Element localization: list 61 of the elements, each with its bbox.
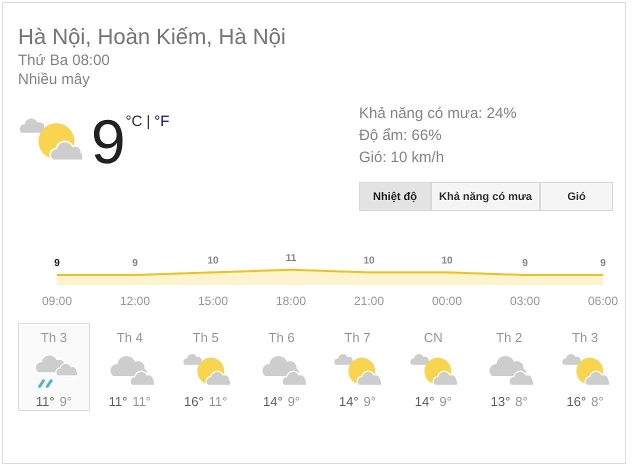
high-temp: 16°	[566, 394, 586, 410]
day-tile[interactable]: CN 14° 9°	[397, 323, 470, 411]
detail-text: Gió: 10 km/h	[359, 148, 446, 168]
data-label: 9	[522, 258, 528, 269]
tab[interactable]: Nhiệt độ	[359, 182, 431, 211]
day-name: Th 2	[496, 330, 522, 346]
data-label: 11	[286, 253, 296, 264]
location-title: Hà Nội, Hoàn Kiếm, Hà Nội	[18, 23, 287, 51]
tab[interactable]: Khả năng có mưa	[431, 182, 540, 211]
high-temp: 13°	[490, 394, 510, 410]
data-label: 10	[363, 255, 375, 266]
time-label: 09:00	[42, 294, 72, 308]
time-label: 15:00	[198, 294, 228, 308]
unit-separator: |	[146, 113, 150, 130]
high-temp: 11°	[36, 394, 55, 410]
day-name: Th 6	[268, 330, 295, 346]
day-tile[interactable]: Th 3 16° 8°	[549, 323, 621, 411]
time-label: 06:00	[588, 294, 618, 308]
high-temp: 14°	[263, 394, 283, 410]
data-label: 10	[441, 255, 453, 266]
unit-link[interactable]: °F	[154, 113, 170, 130]
day-tile[interactable]: Th 5 16° 11°	[170, 323, 242, 411]
day-name: Th 5	[192, 330, 219, 346]
day-name: CN	[424, 330, 443, 346]
condition-text: Nhiều mây	[18, 70, 91, 89]
high-temp: 16°	[184, 394, 204, 410]
day-name: Th 3	[40, 330, 67, 346]
data-label: 9	[600, 258, 606, 269]
day-name: Th 4	[116, 330, 143, 346]
day-tile[interactable]: Th 6 14° 9°	[246, 323, 318, 411]
low-temp: 8°	[591, 394, 604, 410]
low-temp: 9°	[288, 394, 300, 410]
time-label: 00:00	[432, 294, 462, 308]
day-tile[interactable]: Th 4 11° 11°	[94, 323, 166, 411]
tab[interactable]: Gió	[540, 182, 613, 211]
high-temp: 14°	[414, 394, 434, 410]
data-label: 10	[207, 255, 219, 266]
day-name: Th 3	[572, 330, 598, 346]
low-temp: 9°	[60, 394, 72, 410]
day-name: Th 7	[344, 330, 370, 346]
high-temp: 11°	[108, 394, 128, 410]
data-label: 9	[132, 258, 138, 269]
date-time: Thứ Ba 08:00	[18, 51, 111, 70]
low-temp: 8°	[515, 394, 528, 410]
low-temp: 9°	[439, 394, 452, 410]
day-tile[interactable]: Th 7 14° 9°	[322, 323, 394, 411]
detail-text: Độ ẩm: 66%	[359, 126, 443, 146]
data-label: 9	[54, 258, 60, 269]
unit-link[interactable]: °C	[125, 113, 142, 130]
time-label: 18:00	[276, 294, 306, 308]
day-tile[interactable]: Th 3 11° 9°	[18, 323, 90, 411]
high-temp: 14°	[338, 394, 359, 410]
time-label: 12:00	[120, 294, 150, 308]
day-tile[interactable]: Th 2 13° 8°	[473, 323, 546, 411]
time-label: 21:00	[354, 294, 384, 308]
temperature: 9	[91, 115, 126, 171]
low-temp: 11°	[132, 394, 152, 410]
time-label: 03:00	[510, 294, 540, 308]
low-temp: 9°	[364, 394, 376, 410]
low-temp: 11°	[208, 394, 228, 410]
detail-text: Khả năng có mưa: 24%	[359, 104, 518, 124]
